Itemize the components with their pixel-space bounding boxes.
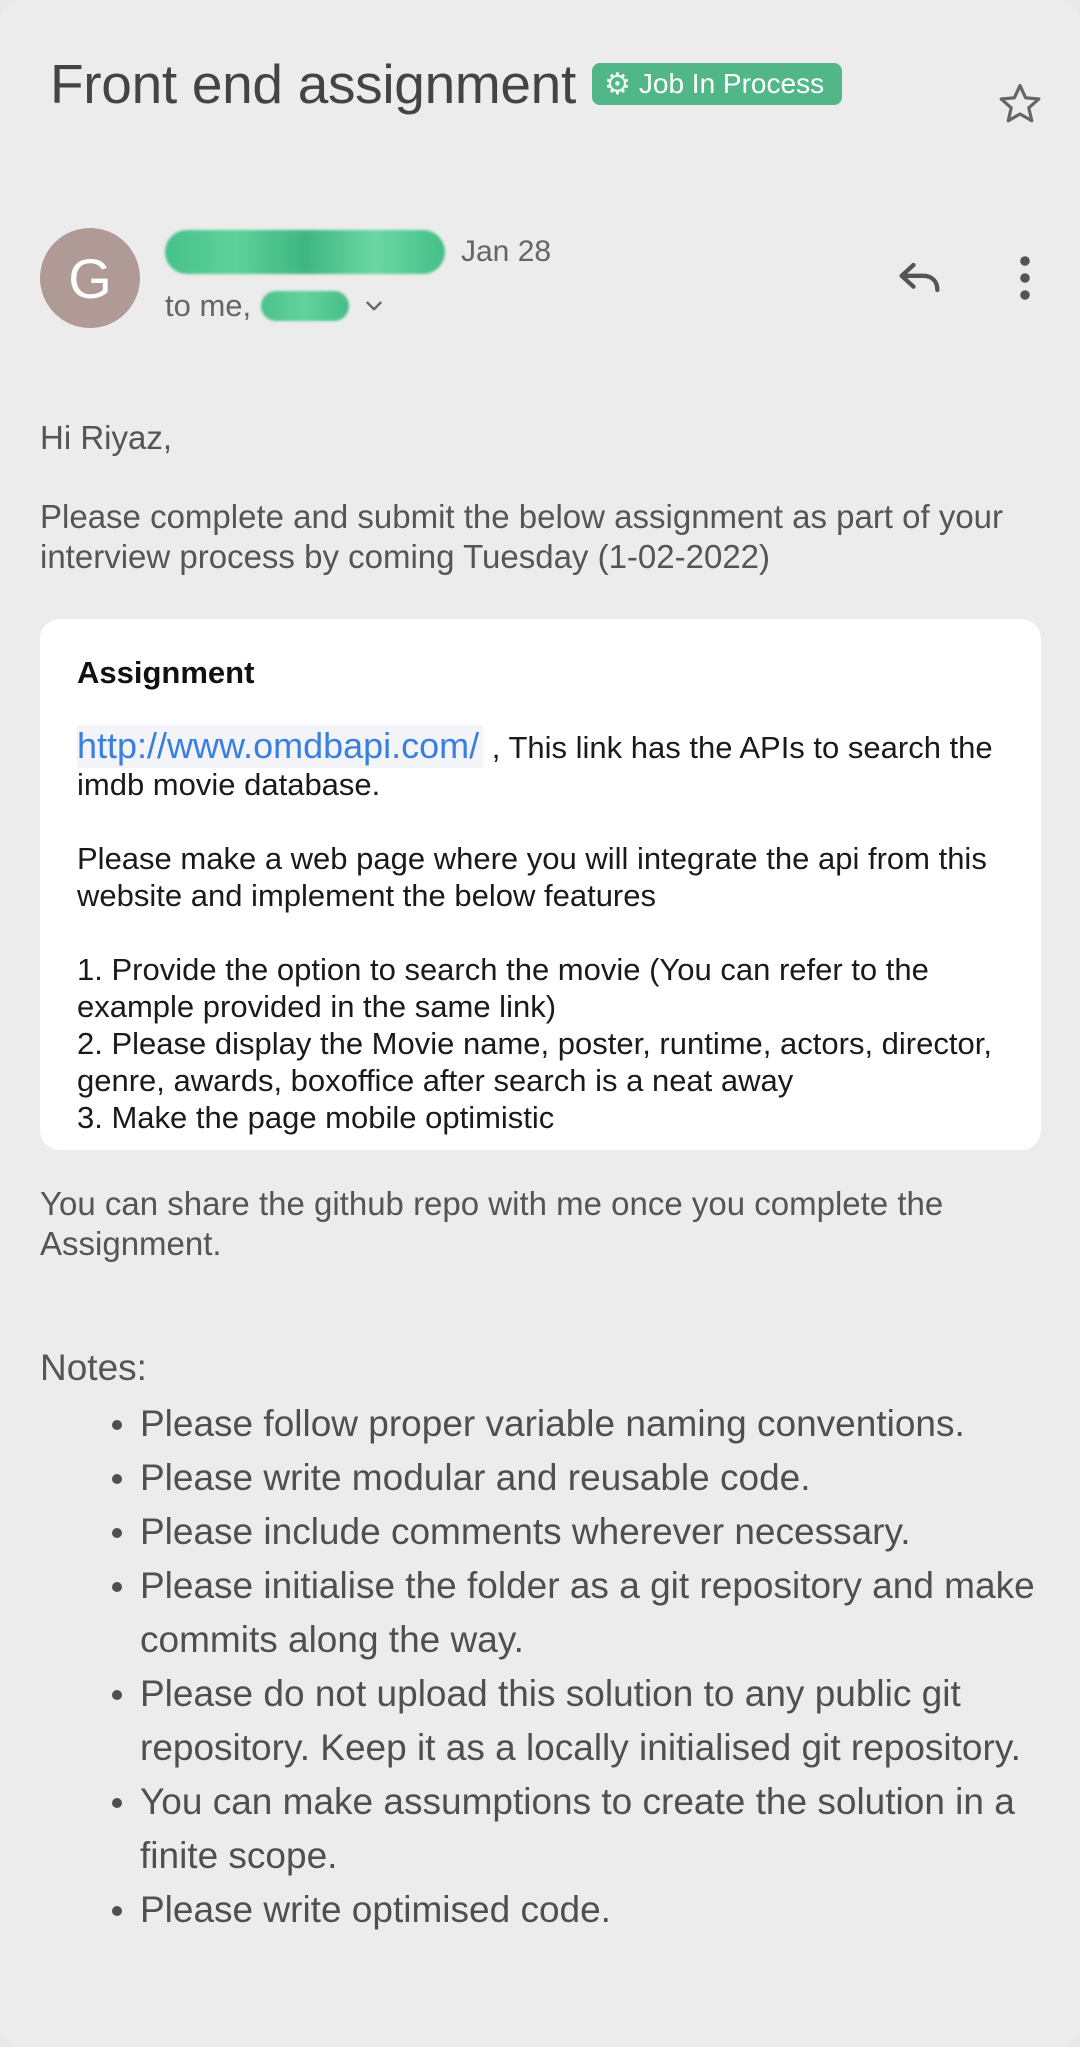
chevron-down-icon (366, 301, 382, 311)
sender-name-redacted[interactable] (165, 230, 445, 274)
label-chip[interactable]: ⚙ Job In Process (591, 63, 843, 105)
notes-title: Notes: (40, 1347, 147, 1388)
recipient-name-redacted (261, 291, 350, 321)
intro-paragraph: Please complete and submit the below ass… (40, 498, 1004, 575)
omdb-link[interactable]: http://www.omdbapi.com/ (77, 725, 484, 768)
feature-item: 2. Please display the Movie name, poster… (77, 1026, 992, 1098)
feature-item: 3. Make the page mobile optimistic (77, 1100, 555, 1135)
list-item: Please initialise the folder as a git re… (112, 1559, 1040, 1667)
outro-paragraph: You can share the github repo with me on… (40, 1185, 944, 1262)
greeting: Hi Riyaz, (40, 419, 173, 456)
subject-row: Front end assignment ⚙ Job In Process (50, 52, 1040, 116)
email-subject: Front end assignment (50, 53, 576, 115)
feature-item: 1. Provide the option to search the movi… (77, 952, 929, 1024)
list-item: Please write optimised code. (112, 1883, 1040, 1937)
avatar[interactable]: G (40, 228, 140, 328)
card-title: Assignment (77, 655, 255, 690)
list-item: Please include comments wherever necessa… (112, 1505, 1040, 1559)
list-item: Please do not upload this solution to an… (112, 1667, 1040, 1775)
assignment-card: Assignment http://www.omdbapi.com/ , Thi… (40, 619, 1041, 1150)
notes-list: Please follow proper variable naming con… (112, 1397, 1040, 1937)
recipients-prefix: to me, (165, 288, 252, 323)
link-paragraph: http://www.omdbapi.com/ , This link has … (77, 725, 1003, 803)
label-text: Job In Process (638, 68, 825, 99)
list-item: Please follow proper variable naming con… (112, 1397, 1040, 1451)
gear-icon: ⚙ (603, 67, 631, 101)
star-icon[interactable] (992, 76, 1048, 132)
reply-icon[interactable] (890, 248, 950, 308)
sender-block: Jan 28 to me, (165, 226, 551, 324)
list-item: You can make assumptions to create the s… (112, 1775, 1040, 1883)
email-date: Jan 28 (461, 235, 552, 268)
email-view: Front end assignment ⚙ Job In Process G … (0, 0, 1080, 2047)
more-vert-icon[interactable] (1000, 248, 1050, 308)
instruction-paragraph: Please make a web page where you will in… (77, 841, 987, 913)
avatar-letter: G (68, 246, 112, 310)
recipients-toggle[interactable]: to me, (165, 288, 551, 324)
list-item: Please write modular and reusable code. (112, 1451, 1040, 1505)
